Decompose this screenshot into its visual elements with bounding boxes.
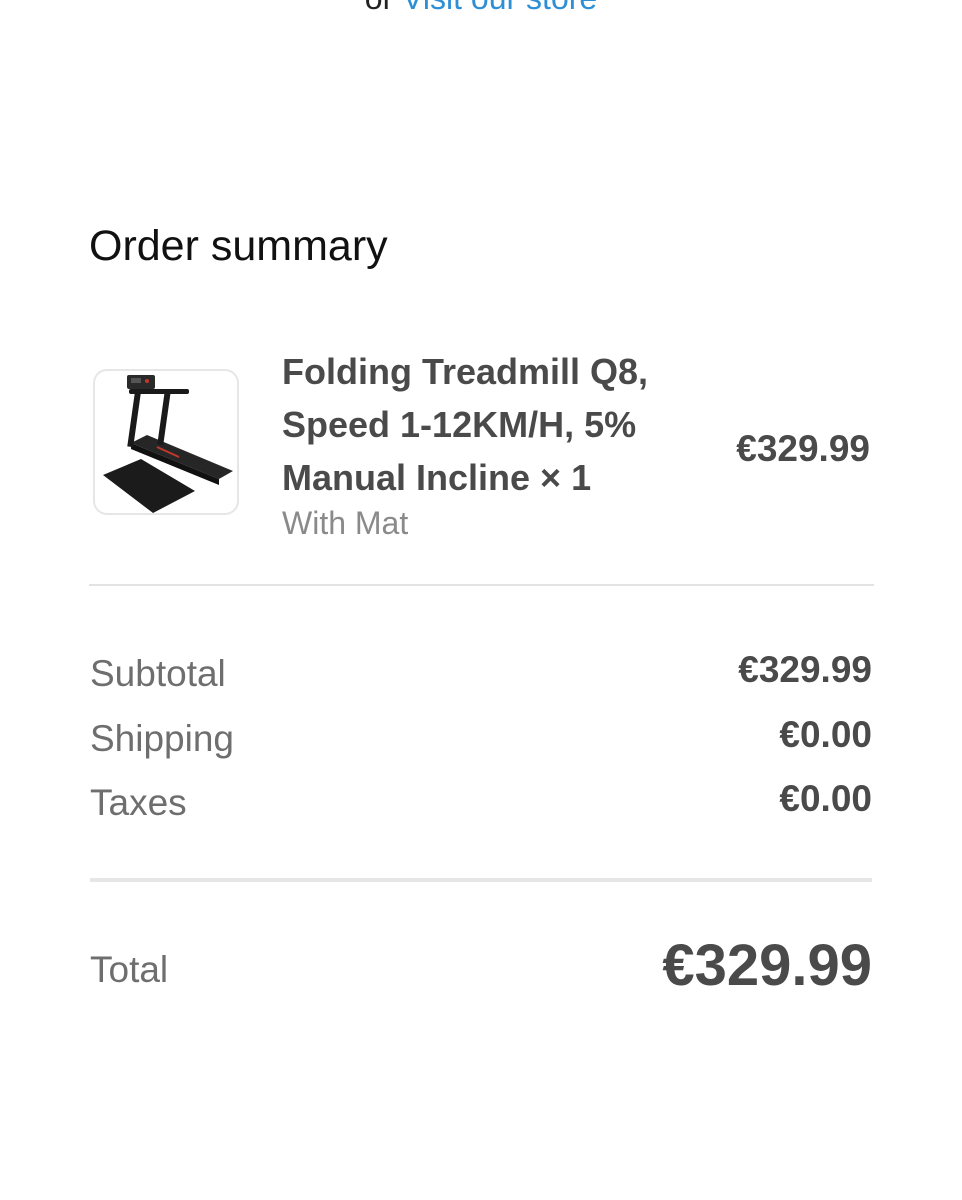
taxes-value: €0.00 [779, 778, 872, 819]
taxes-label: Taxes [90, 782, 187, 823]
subtotal-row: Subtotal €329.99 [90, 649, 872, 698]
item-divider [89, 584, 874, 586]
subtotal-label: Subtotal [90, 653, 226, 694]
shipping-value: €0.00 [779, 714, 872, 755]
product-name: Folding Treadmill Q8, Speed 1-12KM/H, 5%… [282, 351, 649, 498]
subtotal-value: €329.99 [738, 649, 872, 690]
shipping-label: Shipping [90, 718, 235, 759]
total-row: Total €329.99 [90, 930, 872, 1006]
order-summary-heading: Order summary [89, 222, 388, 270]
product-thumbnail [93, 369, 239, 515]
totals-divider [90, 878, 872, 882]
taxes-row: Taxes €0.00 [90, 778, 872, 827]
continue-shopping-line: or Visit our store [0, 0, 962, 18]
product-price: €329.99 [736, 428, 870, 469]
total-label: Total [90, 949, 169, 990]
shipping-row: Shipping €0.00 [90, 714, 872, 763]
visit-store-link[interactable]: Visit our store [402, 0, 597, 16]
product-variant: With Mat [282, 505, 409, 541]
continue-shopping-prefix: or [365, 0, 393, 16]
treadmill-icon [103, 375, 233, 513]
total-value: €329.99 [662, 933, 872, 998]
